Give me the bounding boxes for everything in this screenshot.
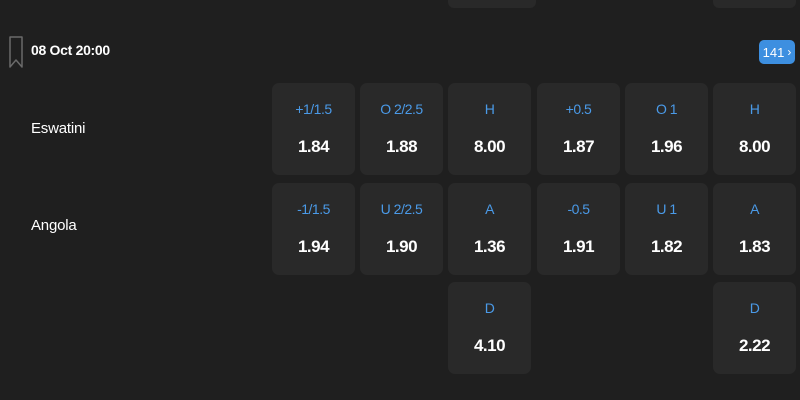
odds-label: H [484,101,495,117]
odds-cell-total-half-under[interactable]: U 1 1.82 [625,183,708,275]
odds-cell-handicap-home[interactable]: +1/1.5 1.84 [272,83,355,175]
match-odds-panel: 08 Oct 20:00 141 › Eswatini Angola +1/1.… [0,0,800,400]
away-team-name: Angola [31,217,77,234]
previous-odds-cell [448,0,536,8]
odds-cell-result-half-away[interactable]: A 1.83 [713,183,796,275]
odds-cell-total-under[interactable]: U 2/2.5 1.90 [360,183,443,275]
odds-cell-result-home[interactable]: H 8.00 [448,83,531,175]
odds-label: A [485,201,494,217]
odds-label: U 1 [656,201,677,217]
odds-value: 1.96 [650,137,683,156]
odds-label: U 2/2.5 [380,201,423,217]
odds-cell-handicap-half-home[interactable]: +0.5 1.87 [537,83,620,175]
odds-label: A [750,201,759,217]
odds-value: 1.91 [562,237,595,256]
odds-value: 1.88 [385,137,418,156]
odds-label: O 1 [655,101,678,117]
odds-label: D [749,300,760,316]
chevron-right-icon: › [787,44,792,59]
odds-label: +1/1.5 [295,101,332,117]
odds-value: 2.22 [738,336,771,355]
odds-cell-total-over[interactable]: O 2/2.5 1.88 [360,83,443,175]
home-team-name: Eswatini [31,120,86,137]
odds-label: D [484,300,495,316]
odds-cell-result-away[interactable]: A 1.36 [448,183,531,275]
bookmark-icon[interactable] [9,36,23,68]
odds-label: -0.5 [567,201,590,217]
odds-value: 1.94 [297,237,330,256]
odds-value: 8.00 [738,137,771,156]
odds-cell-handicap-half-away[interactable]: -0.5 1.91 [537,183,620,275]
odds-value: 1.87 [562,137,595,156]
odds-value: 8.00 [473,137,506,156]
odds-cell-handicap-away[interactable]: -1/1.5 1.94 [272,183,355,275]
more-markets-button[interactable]: 141 › [759,40,795,64]
odds-value: 1.84 [297,137,330,156]
odds-cell-result-half-draw[interactable]: D 2.22 [713,282,796,374]
odds-label: H [749,101,760,117]
previous-odds-cell [713,0,796,8]
odds-label: +0.5 [565,101,592,117]
more-markets-count: 141 [762,44,785,60]
odds-value: 4.10 [473,336,506,355]
odds-label: O 2/2.5 [380,101,423,117]
odds-cell-result-half-home[interactable]: H 8.00 [713,83,796,175]
odds-value: 1.82 [650,237,683,256]
odds-value: 1.90 [385,237,418,256]
odds-label: -1/1.5 [297,201,330,217]
odds-cell-total-half-over[interactable]: O 1 1.96 [625,83,708,175]
odds-value: 1.36 [473,237,506,256]
odds-value: 1.83 [738,237,771,256]
odds-cell-result-draw[interactable]: D 4.10 [448,282,531,374]
match-datetime: 08 Oct 20:00 [31,42,110,58]
